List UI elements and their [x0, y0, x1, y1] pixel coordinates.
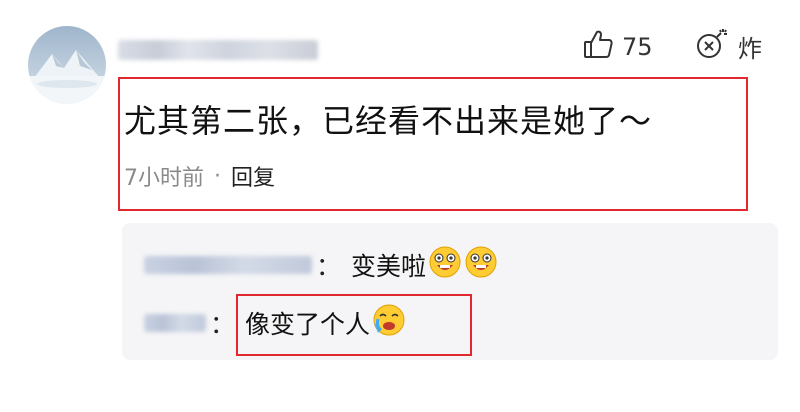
username-redacted[interactable]: [118, 40, 318, 60]
laughing-face-emoji: [428, 245, 462, 285]
reply-text: 像变了个人: [245, 310, 371, 339]
comment-thread: 75 炸 尤其第二张，已经看不出来是她了～ 7小时前 · 回复 ： 变美啦 ： …: [0, 0, 800, 412]
reply-username-redacted[interactable]: [144, 314, 206, 332]
avatar[interactable]: [28, 26, 106, 104]
comment-timestamp: 7小时前: [124, 166, 204, 191]
reply-button[interactable]: 回复: [231, 160, 275, 192]
reply-separator: ：: [210, 310, 236, 339]
laughing-face-emoji: [464, 245, 498, 285]
like-button[interactable]: 75: [582, 28, 653, 66]
comment-text: 尤其第二张，已经看不出来是她了～: [124, 102, 653, 140]
bomb-label: 炸: [738, 34, 762, 63]
reply-item[interactable]: ： 像变了个人: [144, 303, 406, 343]
thumbs-up-icon: [582, 28, 614, 66]
comment-meta: 7小时前 · 回复: [124, 160, 275, 192]
bomb-button[interactable]: 炸: [694, 26, 762, 66]
meta-separator: ·: [214, 163, 221, 189]
bomb-icon: [694, 26, 730, 66]
reply-separator: ：: [316, 252, 342, 281]
reply-username-redacted[interactable]: [144, 256, 312, 274]
crying-face-emoji: [372, 303, 406, 343]
reply-text: 变美啦: [351, 252, 427, 281]
reply-item[interactable]: ： 变美啦: [144, 245, 498, 285]
like-count: 75: [622, 33, 653, 61]
